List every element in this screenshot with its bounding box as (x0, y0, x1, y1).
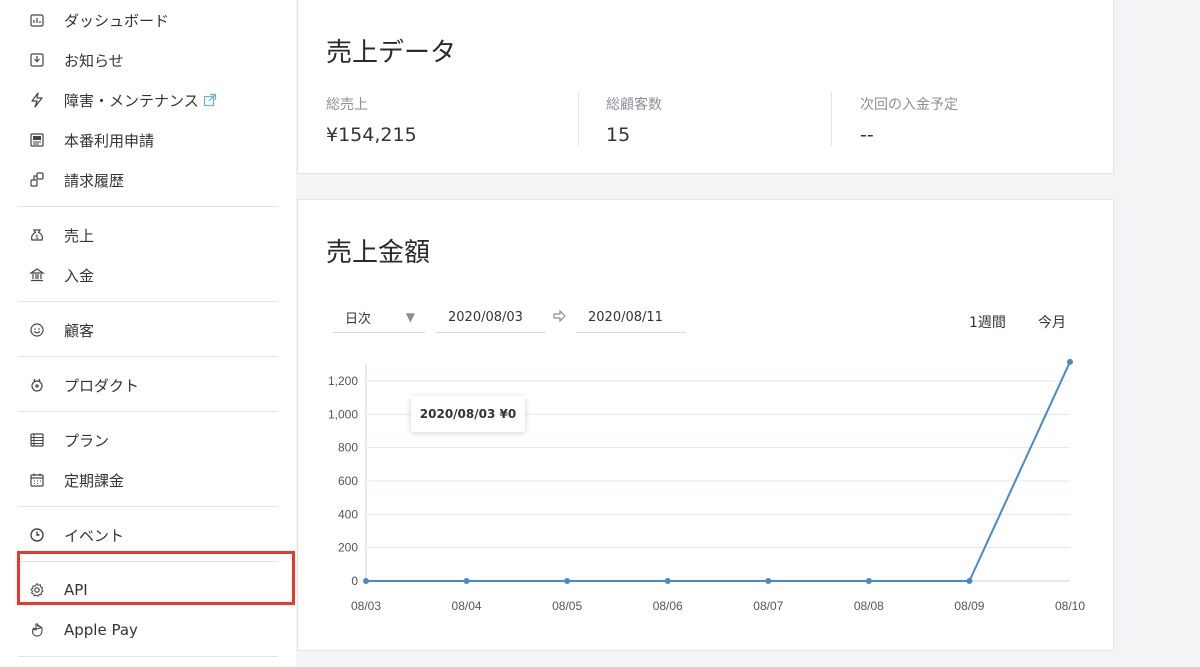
dashboard-icon (28, 11, 46, 29)
sidebar-item-calendar[interactable]: 定期課金 (18, 460, 278, 500)
sidebar-item-label: ダッシュボード (64, 11, 170, 30)
sidebar-group: $ 売上入金 (18, 207, 278, 302)
y-tick-label: 0 (351, 574, 358, 588)
stat-label: 次回の入金予定 (860, 97, 958, 113)
sidebar-group: プロダクト (18, 357, 278, 412)
sidebar-item-hand[interactable]: Apple Pay (18, 610, 278, 650)
stat-total-sales: 総売上 ¥154,215 (326, 94, 417, 146)
sidebar-item-label: Apple Pay (64, 621, 138, 639)
sidebar-item-inbox[interactable]: お知らせ (18, 40, 278, 80)
sales-line-chart: 0 200 400 600 800 1,000 1,200 08/03 08/04 08/05 08… (328, 358, 1085, 613)
x-tick-label: 08/05 (552, 599, 582, 613)
sales-summary-title: 売上データ (326, 38, 457, 68)
sidebar-item-label: 本番利用申請 (64, 131, 155, 150)
x-tick-label: 08/07 (753, 599, 783, 613)
date-from-input[interactable]: 2020/08/03 (436, 302, 546, 333)
smiley-icon (28, 321, 46, 339)
svg-text:$: $ (35, 234, 39, 241)
sidebar-item-money-bag[interactable]: $ 売上 (18, 215, 278, 255)
interval-select[interactable]: 日次 ▼ (333, 302, 425, 333)
sidebar-item-label: 障害・メンテナンス (64, 91, 199, 110)
lightning-icon (28, 91, 46, 109)
x-tick-label: 08/10 (1055, 599, 1085, 613)
sidebar-item-billing[interactable]: 請求履歴 (18, 160, 278, 200)
stat-value: 15 (606, 124, 631, 146)
y-tick-label: 200 (338, 541, 358, 555)
list-icon (28, 431, 46, 449)
sidebar-item-smiley[interactable]: 顧客 (18, 310, 278, 350)
sidebar-item-bank[interactable]: 入金 (18, 255, 278, 295)
sidebar-group: イベント (18, 507, 278, 562)
sidebar-group: プラン 定期課金 (18, 412, 278, 507)
chart-tooltip: 2020/08/03 ¥0 (411, 396, 525, 432)
data-point (564, 578, 571, 584)
sidebar-item-label: 入金 (64, 266, 95, 285)
range-this-month-button[interactable]: 今月 (1038, 312, 1066, 332)
data-point (664, 578, 671, 584)
x-tick-label: 08/04 (452, 599, 482, 613)
sidebar-group: ダッシュボード お知らせ障害・メンテナンス 本番利用申請 請求履歴 (18, 0, 278, 207)
data-point (363, 578, 369, 584)
sidebar-item-dashboard[interactable]: ダッシュボード (18, 0, 278, 40)
data-point (765, 578, 772, 584)
sidebar: ダッシュボード お知らせ障害・メンテナンス 本番利用申請 請求履歴 $ 売上入金顧客プロダ… (0, 0, 296, 667)
stat-divider (578, 92, 579, 146)
calendar-icon (28, 471, 46, 489)
sidebar-item-lightning[interactable]: 障害・メンテナンス (18, 80, 278, 120)
x-tick-label: 08/06 (653, 599, 683, 613)
data-point (1067, 358, 1073, 365)
external-link-icon (203, 93, 216, 107)
stat-label: 総売上 (326, 97, 368, 113)
gear-icon (28, 581, 46, 599)
box-icon (28, 376, 46, 394)
sidebar-item-label: プロダクト (64, 376, 140, 395)
sidebar-item-label: 売上 (64, 226, 95, 245)
sidebar-item-label: 請求履歴 (64, 171, 125, 190)
sidebar-item-label: プラン (64, 431, 110, 450)
stat-value: -- (860, 124, 874, 146)
y-tick-label: 1,000 (328, 407, 358, 421)
arrow-right-icon (553, 309, 566, 323)
date-to-input[interactable]: 2020/08/11 (576, 302, 686, 333)
sidebar-item-label: イベント (64, 526, 125, 545)
sidebar-item-label: 定期課金 (64, 471, 125, 490)
x-tick-label: 08/09 (954, 599, 984, 613)
sidebar-item-label: API (64, 581, 88, 599)
stat-next-payout: 次回の入金予定 -- (860, 94, 958, 146)
clock-icon (28, 526, 46, 544)
interval-select-value: 日次 (345, 311, 372, 327)
sidebar-group: API Apple Pay (18, 562, 278, 657)
money-bag-icon: $ (28, 226, 46, 244)
sidebar-item-gear[interactable]: API (18, 570, 278, 610)
data-point (865, 578, 872, 584)
y-tick-label: 400 (338, 507, 358, 521)
stat-label: 総顧客数 (606, 97, 662, 113)
sales-chart-title: 売上金額 (326, 238, 431, 268)
x-tick-label: 08/08 (854, 599, 884, 613)
inbox-icon (28, 51, 46, 69)
y-tick-label: 1,200 (328, 374, 358, 388)
x-tick-label: 08/03 (351, 599, 381, 613)
data-point (463, 578, 470, 584)
stat-value: ¥154,215 (326, 124, 417, 146)
range-1-week-button[interactable]: 1週間 (969, 312, 1006, 332)
sidebar-item-label: お知らせ (64, 51, 124, 70)
y-tick-label: 600 (338, 474, 358, 488)
sidebar-item-label: 顧客 (64, 321, 95, 340)
billing-icon (28, 171, 46, 189)
data-point (966, 578, 973, 584)
sidebar-group: 顧客 (18, 302, 278, 357)
document-icon (28, 131, 46, 149)
sidebar-item-box[interactable]: プロダクト (18, 365, 278, 405)
hand-icon (28, 621, 46, 639)
sidebar-item-list[interactable]: プラン (18, 420, 278, 460)
sales-summary-card: 売上データ 総売上 ¥154,215 総顧客数 15 次回の入金予定 -- (297, 0, 1114, 174)
sidebar-item-document[interactable]: 本番利用申請 (18, 120, 278, 160)
caret-down-icon: ▼ (405, 310, 415, 324)
sidebar-item-clock[interactable]: イベント (18, 515, 278, 555)
stat-divider (831, 92, 832, 146)
y-tick-label: 800 (338, 441, 358, 455)
stat-total-customers: 総顧客数 15 (606, 94, 662, 146)
bank-icon (28, 266, 46, 284)
